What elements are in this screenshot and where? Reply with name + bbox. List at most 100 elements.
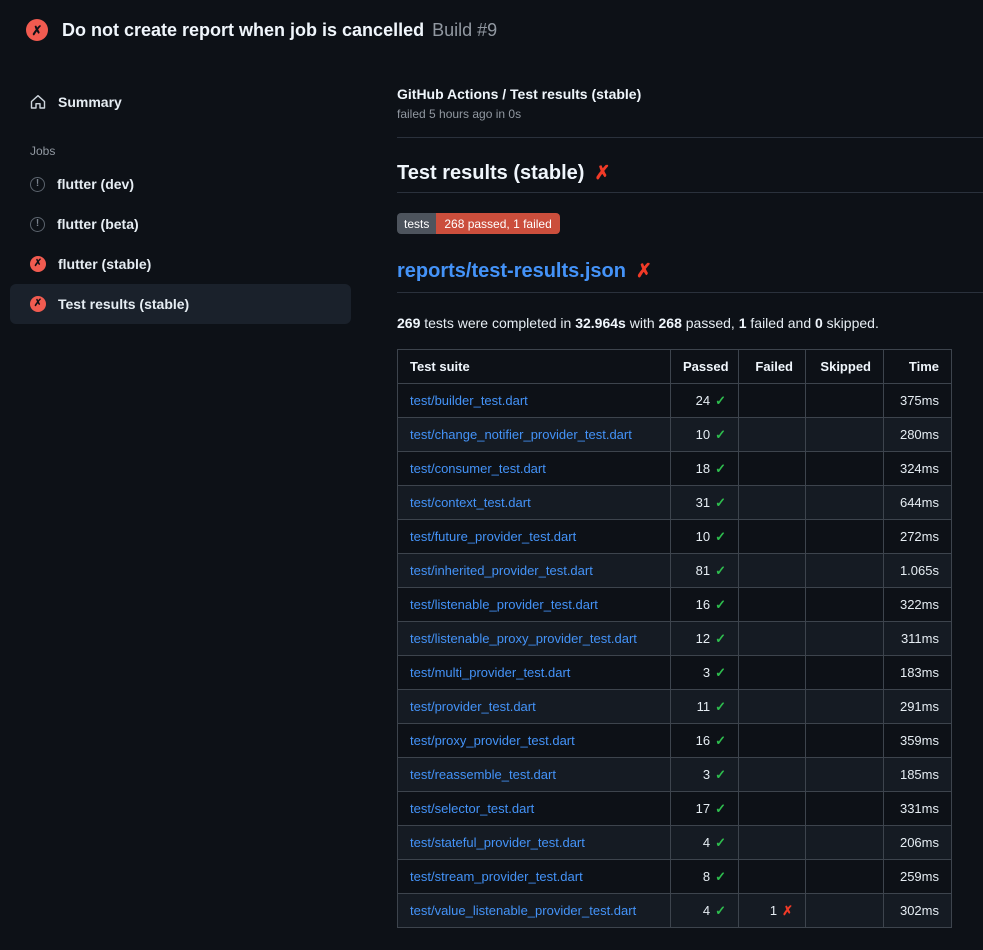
- table-row: test/change_notifier_provider_test.dart 1…: [398, 418, 952, 452]
- check-icon: ✓: [715, 665, 726, 680]
- skipped-cell: [806, 452, 884, 486]
- passed-cell: 18✓: [671, 452, 739, 486]
- sidebar-job-label: flutter (stable): [58, 256, 151, 272]
- count-value: 3: [703, 767, 710, 782]
- check-icon: ✓: [715, 631, 726, 646]
- table-row: test/proxy_provider_test.dart16✓359ms: [398, 724, 952, 758]
- test-suite-link[interactable]: test/reassemble_test.dart: [410, 767, 556, 782]
- test-suite-link[interactable]: test/selector_test.dart: [410, 801, 534, 816]
- table-header-row: Test suitePassedFailedSkippedTime: [398, 350, 952, 384]
- count-value: 17: [696, 801, 710, 816]
- suite-cell: test/context_test.dart: [398, 486, 671, 520]
- time-cell: 311ms: [884, 622, 952, 656]
- check-icon: ✓: [715, 835, 726, 850]
- test-suite-link[interactable]: test/consumer_test.dart: [410, 461, 546, 476]
- summary-fragment: skipped.: [823, 315, 879, 331]
- time-cell: 185ms: [884, 758, 952, 792]
- check-icon: ✓: [715, 869, 726, 884]
- check-icon: ✓: [715, 393, 726, 408]
- test-suite-link[interactable]: test/multi_provider_test.dart: [410, 665, 570, 680]
- time-cell: 1.065s: [884, 554, 952, 588]
- sidebar-item-job[interactable]: !flutter (dev): [10, 164, 351, 204]
- table-row: test/stream_provider_test.dart8✓259ms: [398, 860, 952, 894]
- skipped-cell: [806, 384, 884, 418]
- suite-cell: test/listenable_proxy_provider_test.dart: [398, 622, 671, 656]
- test-suite-link[interactable]: test/value_listenable_provider_test.dart: [410, 903, 636, 918]
- column-header: Skipped: [806, 350, 884, 384]
- check-icon: ✓: [715, 597, 726, 612]
- report-heading: reports/test-results.json✗: [397, 260, 983, 293]
- suite-cell: test/inherited_provider_test.dart: [398, 554, 671, 588]
- failed-cell: [739, 486, 806, 520]
- summary-fragment: 268: [659, 315, 682, 331]
- time-cell: 324ms: [884, 452, 952, 486]
- passed-cell: 24✓: [671, 384, 739, 418]
- table-row: test/inherited_provider_test.dart 81✓ 1.06…: [398, 554, 952, 588]
- failed-cell: [739, 792, 806, 826]
- skipped-cell: [806, 656, 884, 690]
- table-row: test/context_test.dart31✓644ms: [398, 486, 952, 520]
- skipped-cell: [806, 894, 884, 928]
- sidebar-item-job[interactable]: ✗flutter (stable): [10, 244, 351, 284]
- passed-cell: 3✓: [671, 656, 739, 690]
- check-run-breadcrumb: GitHub Actions / Test results (stable): [397, 86, 983, 102]
- skipped-cell: [806, 554, 884, 588]
- sidebar-jobs-heading: Jobs: [30, 144, 351, 158]
- test-suite-link[interactable]: test/inherited_provider_test.dart: [410, 563, 593, 578]
- sidebar-job-label: flutter (dev): [57, 176, 134, 192]
- sidebar-item-job[interactable]: ✗Test results (stable): [10, 284, 351, 324]
- count-value: 10: [696, 529, 710, 544]
- test-suite-link[interactable]: test/change_notifier_provider_test.dart: [410, 427, 632, 442]
- section-heading: Test results (stable)✗: [397, 162, 983, 193]
- table-row: test/listenable_proxy_provider_test.dart…: [398, 622, 952, 656]
- passed-cell: 31✓: [671, 486, 739, 520]
- test-suite-link[interactable]: test/builder_test.dart: [410, 393, 528, 408]
- time-cell: 331ms: [884, 792, 952, 826]
- count-value: 10: [696, 427, 710, 442]
- suite-cell: test/value_listenable_provider_test.dart: [398, 894, 671, 928]
- skipped-cell: [806, 758, 884, 792]
- table-row: test/reassemble_test.dart3✓185ms: [398, 758, 952, 792]
- skipped-cell: [806, 418, 884, 452]
- report-file-link[interactable]: reports/test-results.json: [397, 260, 626, 282]
- test-suite-link[interactable]: test/future_provider_test.dart: [410, 529, 576, 544]
- suite-cell: test/stream_provider_test.dart: [398, 860, 671, 894]
- sidebar-job-label: Test results (stable): [58, 296, 189, 312]
- test-suite-link[interactable]: test/stateful_provider_test.dart: [410, 835, 585, 850]
- test-suite-link[interactable]: test/listenable_provider_test.dart: [410, 597, 598, 612]
- suite-cell: test/multi_provider_test.dart: [398, 656, 671, 690]
- test-suite-link[interactable]: test/context_test.dart: [410, 495, 531, 510]
- sidebar-item-job[interactable]: ! flutter (beta): [10, 204, 351, 244]
- skipped-cell: [806, 520, 884, 554]
- test-suite-link[interactable]: test/proxy_provider_test.dart: [410, 733, 575, 748]
- test-suite-link[interactable]: test/provider_test.dart: [410, 699, 536, 714]
- summary-fragment: 1: [739, 315, 747, 331]
- time-cell: 280ms: [884, 418, 952, 452]
- summary-fragment: 0: [815, 315, 823, 331]
- failed-cell: [739, 622, 806, 656]
- count-value: 4: [703, 835, 710, 850]
- passed-cell: 11✓: [671, 690, 739, 724]
- test-suite-link[interactable]: test/listenable_proxy_provider_test.dart: [410, 631, 637, 646]
- check-run-status-text: failed 5 hours ago in 0s: [397, 107, 983, 121]
- check-icon: ✓: [715, 461, 726, 476]
- suite-cell: test/change_notifier_provider_test.dart: [398, 418, 671, 452]
- sidebar-jobs-list: !flutter (dev)! flutter (beta) ✗flutter (s…: [10, 164, 351, 324]
- test-suite-link[interactable]: test/stream_provider_test.dart: [410, 869, 583, 884]
- check-icon: ✓: [715, 801, 726, 816]
- suite-cell: test/selector_test.dart: [398, 792, 671, 826]
- home-icon: [30, 94, 46, 110]
- time-cell: 359ms: [884, 724, 952, 758]
- sidebar-item-summary[interactable]: Summary: [10, 82, 351, 122]
- sidebar-job-label: flutter (beta): [57, 216, 139, 232]
- passed-cell: 8✓: [671, 860, 739, 894]
- failed-cell: [739, 452, 806, 486]
- time-cell: 375ms: [884, 384, 952, 418]
- failed-cell: [739, 860, 806, 894]
- run-failed-icon: ✗: [26, 19, 48, 41]
- passed-cell: 81✓: [671, 554, 739, 588]
- time-cell: 183ms: [884, 656, 952, 690]
- failed-cell: [739, 690, 806, 724]
- test-results-table: Test suitePassedFailedSkippedTime test/b…: [397, 349, 952, 928]
- cancelled-icon: !: [30, 217, 45, 232]
